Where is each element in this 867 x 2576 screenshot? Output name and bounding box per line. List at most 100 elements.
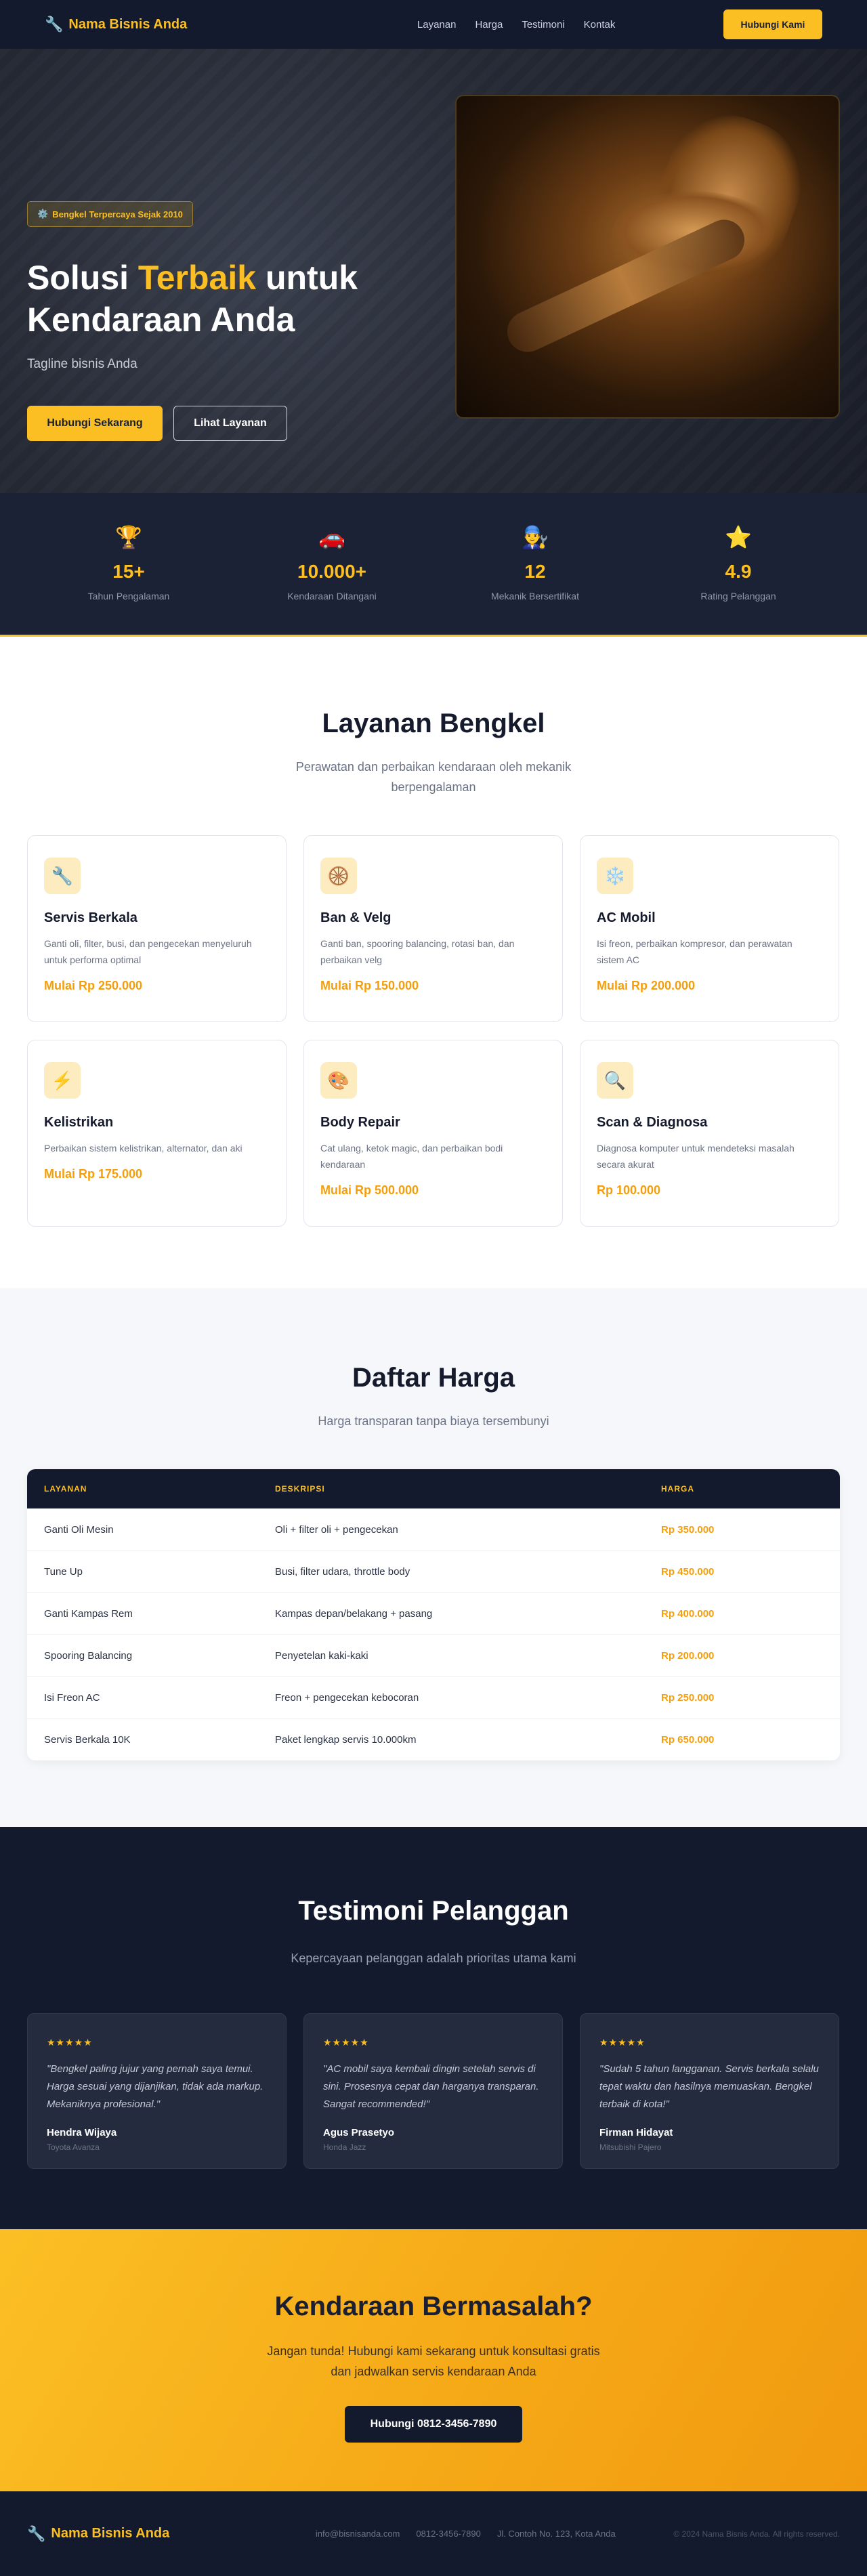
cell-description: Busi, filter udara, throttle body (275, 1566, 410, 1578)
testimonials-grid: ★★★★★ "Bengkel paling jujur yang pernah … (27, 2013, 840, 2169)
cta-text: Jangan tunda! Hubungi kami sekarang untu… (267, 2344, 600, 2378)
service-desc: Cat ulang, ketok magic, dan perbaikan bo… (320, 1143, 503, 1170)
hero-section: ⚙️ Bengkel Terpercaya Sejak 2010 Solusi … (0, 49, 867, 493)
services-grid: 🔧 Servis Berkala Ganti oli, filter, busi… (27, 835, 840, 1227)
service-name: AC Mobil (597, 910, 656, 925)
cta-title: Kendaraan Bermasalah? (274, 2292, 593, 2321)
wrench-icon: 🔧 (45, 16, 64, 33)
testimonial-quote: "Bengkel paling jujur yang pernah saya t… (47, 2063, 263, 2110)
nav-link-testimoni[interactable]: Testimoni (522, 19, 564, 30)
hero-content: ⚙️ Bengkel Terpercaya Sejak 2010 Solusi … (27, 95, 447, 441)
service-name: Servis Berkala (44, 910, 138, 925)
cell-service: Servis Berkala 10K (44, 1734, 131, 1746)
testimonials-title: Testimoni Pelanggan (298, 1896, 569, 1926)
service-card[interactable]: 🔍 Scan & Diagnosa Diagnosa komputer untu… (580, 1040, 839, 1227)
service-price: Mulai Rp 150.000 (320, 979, 419, 992)
footer-contact-info: info@bisnisanda.com 0812-3456-7890 Jl. C… (316, 2529, 616, 2539)
stat-item: 🏆 15+ Tahun Pengalaman (41, 524, 217, 601)
column-header-description: DESKRIPSI (275, 1484, 325, 1494)
stat-label: Tahun Pengalaman (87, 591, 170, 601)
nav-link-kontak[interactable]: Kontak (584, 19, 616, 30)
hero-title-highlight: Terbaik (138, 259, 257, 297)
service-card[interactable]: 🔧 Servis Berkala Ganti oli, filter, busi… (27, 835, 287, 1022)
column-header-price: HARGA (661, 1484, 694, 1494)
stat-item: ⭐ 4.9 Rating Pelanggan (650, 524, 826, 601)
service-price: Mulai Rp 175.000 (44, 1167, 143, 1181)
table-body: Ganti Oli Mesin Oli + filter oli + penge… (27, 1508, 840, 1760)
customer-car: Honda Jazz (323, 2142, 366, 2152)
testimonial-quote: "AC mobil saya kembali dingin setelah se… (323, 2063, 539, 2110)
snowflake-icon: ❄️ (597, 858, 633, 894)
service-desc: Perbaikan sistem kelistrikan, alternator… (44, 1143, 242, 1154)
service-card[interactable]: 🛞 Ban & Velg Ganti ban, spooring balanci… (303, 835, 563, 1022)
customer-car: Toyota Avanza (47, 2142, 100, 2152)
service-card[interactable]: ⚡ Kelistrikan Perbaikan sistem kelistrik… (27, 1040, 287, 1227)
footer: 🔧 Nama Bisnis Anda info@bisnisanda.com 0… (0, 2491, 867, 2576)
testimonial-card: ★★★★★ "Bengkel paling jujur yang pernah … (27, 2013, 287, 2169)
footer-address: Jl. Contoh No. 123, Kota Anda (496, 2529, 616, 2539)
cell-price: Rp 250.000 (661, 1692, 715, 1704)
hero-buttons: Hubungi Sekarang Lihat Layanan (27, 406, 447, 441)
service-desc: Ganti oli, filter, busi, dan pengecekan … (44, 938, 252, 965)
testimonials-section: Testimoni Pelanggan Kepercayaan pelangga… (0, 1827, 867, 2229)
footer-brand[interactable]: 🔧 Nama Bisnis Anda (27, 2525, 169, 2543)
prices-title: Daftar Harga (352, 1363, 515, 1393)
mechanic-icon: 👨‍🔧 (522, 525, 549, 549)
testimonial-card: ★★★★★ "Sudah 5 tahun langganan. Servis b… (580, 2013, 839, 2169)
table-row: Ganti Oli Mesin Oli + filter oli + penge… (27, 1508, 840, 1550)
service-card[interactable]: ❄️ AC Mobil Isi freon, perbaikan kompres… (580, 835, 839, 1022)
service-name: Ban & Velg (320, 910, 392, 925)
contact-now-button[interactable]: Hubungi Sekarang (27, 406, 163, 441)
price-table: LAYANAN DESKRIPSI HARGA Ganti Oli Mesin … (27, 1469, 840, 1760)
table-header: LAYANAN DESKRIPSI HARGA (27, 1469, 840, 1508)
cell-description: Oli + filter oli + pengecekan (275, 1523, 398, 1536)
palette-icon: 🎨 (320, 1062, 357, 1099)
cell-description: Penyetelan kaki-kaki (275, 1650, 368, 1662)
footer-brand-name: Nama Bisnis Anda (51, 2526, 170, 2541)
services-title: Layanan Bengkel (322, 709, 545, 738)
view-services-button[interactable]: Lihat Layanan (173, 406, 287, 441)
prices-subtitle: Harga transparan tanpa biaya tersembunyi (318, 1414, 549, 1428)
brand-logo[interactable]: 🔧 Nama Bisnis Anda (45, 16, 187, 33)
table-row: Servis Berkala 10K Paket lengkap servis … (27, 1718, 840, 1760)
footer-phone[interactable]: 0812-3456-7890 (416, 2529, 480, 2539)
stat-value: 15+ (112, 561, 145, 582)
stat-item: 🚗 10.000+ Kendaraan Ditangani (244, 524, 420, 601)
table-row: Spooring Balancing Penyetelan kaki-kaki … (27, 1634, 840, 1676)
call-phone-button[interactable]: Hubungi 0812-3456-7890 (345, 2406, 522, 2443)
hero-tagline: Tagline bisnis Anda (27, 357, 138, 371)
service-price: Rp 100.000 (597, 1183, 661, 1197)
rating-stars-icon: ★★★★★ (323, 2037, 369, 2048)
testimonials-subtitle: Kepercayaan pelanggan adalah prioritas u… (291, 1951, 576, 1965)
service-name: Body Repair (320, 1115, 400, 1130)
cell-description: Kampas depan/belakang + pasang (275, 1608, 433, 1620)
cell-description: Freon + pengecekan kebocoran (275, 1692, 419, 1704)
stat-value: 10.000+ (297, 561, 366, 582)
stat-value: 4.9 (725, 561, 752, 582)
footer-copyright: © 2024 Nama Bisnis Anda. All rights rese… (673, 2529, 840, 2539)
cta-section: Kendaraan Bermasalah? Jangan tunda! Hubu… (0, 2229, 867, 2491)
services-section: Layanan Bengkel Perawatan dan perbaikan … (0, 637, 867, 1288)
service-price: Mulai Rp 200.000 (597, 979, 696, 992)
cell-price: Rp 350.000 (661, 1523, 715, 1536)
nav-links: Layanan Harga Testimoni Kontak (417, 19, 615, 30)
customer-name: Agus Prasetyo (323, 2127, 395, 2138)
footer-email[interactable]: info@bisnisanda.com (316, 2529, 400, 2539)
rating-stars-icon: ★★★★★ (47, 2037, 93, 2048)
service-desc: Ganti ban, spooring balancing, rotasi ba… (320, 938, 515, 965)
nav-link-layanan[interactable]: Layanan (417, 19, 457, 30)
table-row: Ganti Kampas Rem Kampas depan/belakang +… (27, 1592, 840, 1634)
trophy-icon: 🏆 (115, 525, 142, 549)
service-card[interactable]: 🎨 Body Repair Cat ulang, ketok magic, da… (303, 1040, 563, 1227)
service-name: Scan & Diagnosa (597, 1115, 708, 1130)
contact-button[interactable]: Hubungi Kami (723, 9, 822, 39)
gear-icon: ⚙️ (37, 209, 49, 219)
lightning-icon: ⚡ (44, 1062, 81, 1099)
service-name: Kelistrikan (44, 1115, 114, 1130)
nav-link-harga[interactable]: Harga (475, 19, 503, 30)
rating-stars-icon: ★★★★★ (599, 2037, 646, 2048)
wheel-icon: 🛞 (320, 858, 357, 894)
cell-service: Isi Freon AC (44, 1692, 100, 1704)
table-row: Isi Freon AC Freon + pengecekan kebocora… (27, 1676, 840, 1718)
hero-title-pre: Solusi (27, 259, 138, 297)
